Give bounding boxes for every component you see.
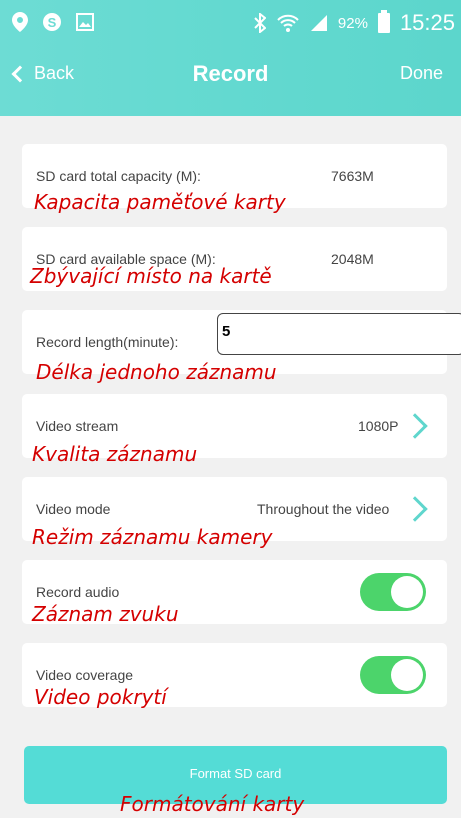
record-audio-label: Record audio	[36, 584, 120, 600]
battery-icon	[377, 10, 390, 33]
video-mode-value: Throughout the video	[257, 501, 390, 517]
gallery-icon	[76, 13, 94, 31]
video-stream-value: 1080P	[358, 418, 399, 434]
available-value: 2048M	[331, 251, 374, 267]
battery-percent: 92%	[337, 14, 368, 32]
chevron-right-icon	[402, 413, 428, 439]
video-mode-note: Režim záznamu kamery	[32, 525, 273, 549]
video-coverage-toggle[interactable]	[360, 656, 426, 694]
app-header: S 92% 15:25 Back Record Done	[0, 0, 461, 116]
video-coverage-note: Video pokrytí	[34, 685, 167, 709]
page-title: Record	[192, 61, 269, 86]
record-length-note: Délka jednoho záznamu	[36, 360, 277, 384]
video-mode-label: Video mode	[36, 501, 111, 517]
capacity-value: 7663M	[331, 168, 374, 184]
video-coverage-label: Video coverage	[36, 667, 134, 683]
format-note: Formátování karty	[120, 792, 305, 816]
skype-icon: S	[43, 13, 61, 31]
signal-icon	[310, 15, 327, 31]
svg-text:S: S	[48, 15, 57, 30]
wifi-icon	[277, 14, 299, 32]
record-length-label: Record length(minute):	[36, 334, 179, 350]
video-stream-note: Kvalita záznamu	[32, 442, 198, 466]
capacity-label: SD card total capacity (M):	[36, 168, 201, 184]
nav-bar: Back Record Done	[0, 55, 461, 95]
video-stream-label: Video stream	[36, 418, 119, 434]
chevron-right-icon	[402, 496, 428, 522]
record-length-input[interactable]: 5	[217, 313, 461, 355]
clock: 15:25	[399, 10, 455, 35]
capacity-note: Kapacita paměťové karty	[34, 190, 286, 214]
available-note: Zbývající místo na kartě	[30, 264, 272, 288]
record-audio-toggle[interactable]	[360, 573, 426, 611]
status-right-icons: 92% 15:25	[254, 10, 455, 36]
toggle-knob	[391, 659, 423, 691]
status-bar: S 92% 15:25	[0, 0, 461, 46]
done-button[interactable]: Done	[400, 63, 443, 84]
bluetooth-icon	[254, 13, 266, 33]
toggle-knob	[391, 576, 423, 608]
status-left-icons: S	[12, 12, 94, 32]
record-audio-note: Záznam zvuku	[32, 602, 179, 626]
location-pin-icon	[12, 12, 28, 32]
